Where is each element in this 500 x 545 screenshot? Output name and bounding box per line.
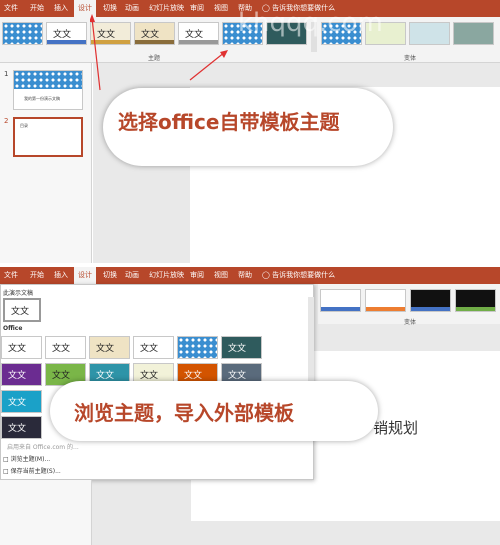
variant-thumb[interactable]	[365, 289, 406, 312]
save-theme-label: 保存当前主题(S)...	[10, 468, 61, 475]
theme-thumb[interactable]: 文文	[45, 336, 86, 359]
slide-title-text: 销规划	[373, 419, 419, 437]
folder-icon: □	[3, 456, 9, 463]
callout-text: 浏览主题，导入外部模板	[74, 401, 294, 425]
tell-me-text: 告诉我你想要做什么	[272, 271, 336, 279]
tab-home[interactable]: 开始	[30, 270, 44, 280]
tell-me-box[interactable]: ◯ 告诉我你想要做什么	[262, 270, 335, 280]
theme-thumb[interactable]: 文文	[1, 363, 42, 386]
lightbulb-icon: ◯	[262, 271, 270, 279]
tab-transitions[interactable]: 切换	[103, 270, 117, 280]
variant-area: 变体	[318, 284, 500, 326]
theme-thumb[interactable]	[2, 22, 43, 45]
slide-number: 1	[4, 70, 9, 78]
browse-themes-label: 浏览主题(M)...	[10, 456, 51, 463]
slide-thumbnail-1[interactable]: 我的第一份演示文稿	[13, 70, 83, 110]
tab-animations[interactable]: 动画	[125, 270, 139, 280]
slide-number: 2	[4, 117, 9, 125]
tab-slideshow[interactable]: 幻灯片放映	[149, 270, 184, 280]
tab-file[interactable]: 文件	[4, 270, 18, 280]
theme-thumb[interactable]: 文文	[133, 336, 174, 359]
variant-thumb[interactable]	[409, 22, 450, 45]
theme-thumb[interactable]: 文文	[89, 336, 130, 359]
tab-home[interactable]: 开始	[30, 3, 44, 13]
theme-thumb[interactable]: 文文	[1, 390, 42, 413]
save-theme-item[interactable]: □ 保存当前主题(S)...	[3, 466, 61, 475]
section-office: Office	[3, 325, 23, 332]
save-icon: □	[3, 468, 9, 475]
slide1-title: 我的第一份演示文稿	[24, 96, 60, 101]
theme-thumb[interactable]: 文文	[1, 336, 42, 359]
tab-file[interactable]: 文件	[4, 3, 18, 13]
slide2-title: 目录	[20, 123, 28, 128]
theme-thumb[interactable]: 文文	[1, 416, 42, 439]
tab-insert[interactable]: 插入	[54, 270, 68, 280]
arrow-annotations	[90, 14, 228, 91]
online-themes-hint: 启用来自 Office.com 的...	[7, 444, 79, 451]
tab-insert[interactable]: 插入	[54, 3, 68, 13]
tab-review[interactable]: 审阅	[190, 270, 204, 280]
slide-thumbnail-pane	[0, 480, 92, 545]
variant-thumb[interactable]	[410, 289, 451, 312]
variant-thumb[interactable]	[455, 289, 496, 312]
slide-thumbnail-2[interactable]: 目录	[13, 117, 83, 157]
theme-thumb[interactable]	[177, 336, 218, 359]
slide-thumbnail-pane: 1 我的第一份演示文稿 2 目录	[0, 63, 92, 263]
theme-thumb[interactable]: 文文	[221, 336, 262, 359]
watermark: khqqq.com	[238, 8, 383, 38]
current-theme-thumb[interactable]: 文文	[3, 298, 41, 322]
tab-help[interactable]: 帮助	[238, 270, 252, 280]
section-current-presentation: 此演示文稿	[3, 290, 34, 297]
tab-view[interactable]: 视图	[214, 270, 228, 280]
variant-thumb[interactable]	[320, 289, 361, 312]
variant-group-label: 变体	[404, 319, 417, 326]
variant-thumb[interactable]	[453, 22, 494, 45]
theme-thumb[interactable]: 文文	[46, 22, 87, 45]
callout-text: 选择office自带模板主题	[118, 110, 340, 134]
tab-design[interactable]: 设计	[74, 267, 96, 284]
variant-group-label: 变体	[404, 55, 417, 62]
bottom-ribbon-tabs: 文件 开始 插入 设计 切换 动画 幻灯片放映 审阅 视图 帮助 ◯ 告诉我你想…	[0, 267, 500, 284]
browse-themes-item[interactable]: □ 浏览主题(M)...	[3, 454, 50, 463]
